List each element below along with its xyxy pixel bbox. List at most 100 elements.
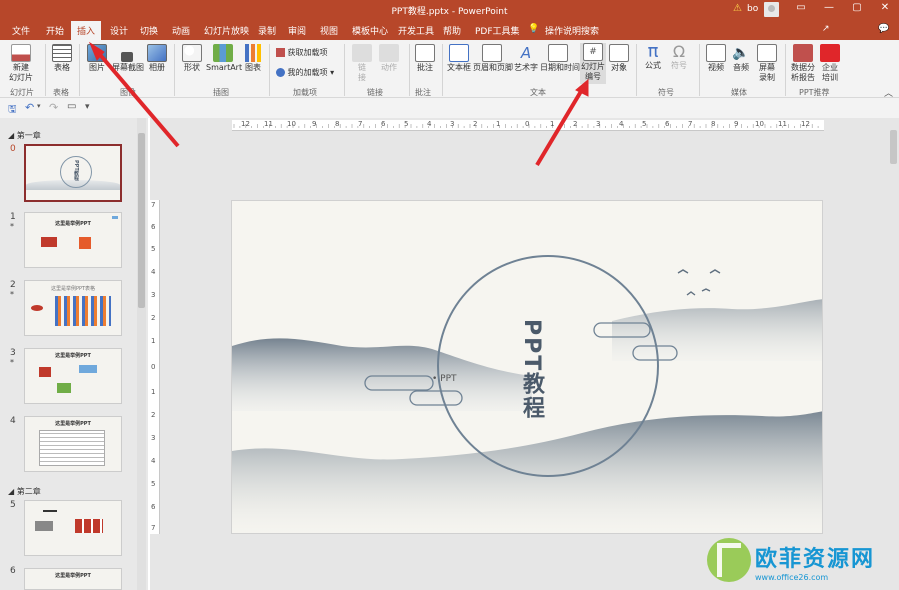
slide-thumbnail[interactable]: 这里是举例PPT	[24, 568, 122, 590]
slide-number-button[interactable]: # 幻灯片 编号	[580, 43, 606, 84]
tab-review[interactable]: 审阅	[288, 24, 306, 37]
section-header[interactable]: ◢ 第二章	[8, 486, 41, 497]
slideshow-start-icon[interactable]: ▭	[67, 101, 76, 112]
screenshot-button[interactable]: 屏幕截图	[112, 52, 144, 73]
ruler-number: 0	[151, 363, 156, 371]
avatar[interactable]	[764, 2, 779, 17]
slide-thumbnail[interactable]: 这里是举例PPT	[24, 348, 122, 404]
slide-title[interactable]: PPT教程	[515, 319, 547, 420]
equation-button[interactable]: π 公式	[642, 42, 664, 71]
ruler-number: 3	[151, 291, 156, 299]
warning-icon[interactable]: ⚠	[733, 3, 742, 14]
ruler-number: 6	[151, 223, 156, 231]
slide-thumbnail[interactable]: 这里是举例PPT	[24, 212, 122, 268]
chevron-down-icon: ◢	[8, 487, 17, 496]
datetime-label: 日期和时间	[540, 63, 580, 72]
ruler-number: 6	[665, 120, 670, 128]
table-button[interactable]: 表格	[50, 44, 74, 73]
slide-thumbnail[interactable]: PPT教程	[24, 144, 122, 202]
tab-slideshow[interactable]: 幻灯片放映	[204, 24, 249, 37]
thumb-title: 这里是举例PPT	[55, 573, 91, 579]
new-slide-button[interactable]: 新建 幻灯片	[6, 44, 36, 83]
get-addins-button[interactable]: 获取加载项	[276, 48, 328, 58]
data-report-button[interactable]: 数据分 析报告	[790, 44, 816, 83]
video-button[interactable]: 视频	[705, 44, 727, 73]
object-button[interactable]: 对象	[608, 44, 630, 73]
tab-home[interactable]: 开始	[46, 24, 64, 37]
tell-me-search[interactable]: 操作说明搜索	[545, 24, 599, 37]
tab-pdf-tools[interactable]: PDF工具集	[475, 24, 520, 37]
share-icon[interactable]: ↗	[822, 24, 830, 34]
current-slide[interactable]: PPT教程 • PPT	[231, 200, 823, 534]
ruler-number: 5	[642, 120, 647, 128]
ribbon-display-icon[interactable]: ▭	[792, 2, 810, 18]
wordart-icon: A	[520, 44, 532, 62]
ruler-number: 9	[734, 120, 739, 128]
tab-file[interactable]: 文件	[12, 24, 30, 37]
tab-animations[interactable]: 动画	[172, 24, 190, 37]
thumb-title: 这里是举例PPT表格	[50, 286, 96, 292]
datetime-button[interactable]: 日期和时间	[540, 44, 580, 73]
image-button[interactable]: 图片	[85, 44, 109, 73]
nav-scrollbar[interactable]	[137, 118, 146, 590]
slide-number: 0	[10, 144, 16, 154]
tab-help[interactable]: 帮助	[443, 24, 461, 37]
save-icon[interactable]: 🖫	[8, 102, 17, 119]
editor-scrollbar[interactable]	[888, 118, 899, 590]
slide-thumbnail[interactable]	[24, 500, 122, 556]
header-footer-icon	[482, 44, 502, 62]
table-label: 表格	[54, 63, 70, 72]
tab-insert[interactable]: 插入	[71, 21, 102, 40]
section-title: 第一章	[16, 131, 41, 140]
tab-developer[interactable]: 开发工具	[398, 24, 434, 37]
undo-icon[interactable]: ↶	[25, 101, 34, 114]
tab-view[interactable]: 视图	[320, 24, 338, 37]
slide-thumbnail[interactable]: 这里是举例PPT	[24, 416, 122, 472]
slide-thumbnail[interactable]: 这里是举例PPT表格	[24, 280, 122, 336]
new-slide-icon	[11, 44, 31, 62]
symbol-button[interactable]: Ω 符号	[668, 42, 690, 71]
wordart-button[interactable]: A 艺术字	[514, 44, 538, 73]
chart-thumbnail	[55, 296, 111, 326]
group-ppt-recommend: PPT推荐	[799, 88, 830, 97]
shapes-icon	[182, 44, 202, 62]
horizontal-ruler: 12 11 10 9 8 7 6 5 4 3 2 1 0 1 2 3 4 5 6…	[232, 120, 824, 131]
tab-template-center[interactable]: 模板中心	[352, 24, 388, 37]
tab-design[interactable]: 设计	[110, 24, 128, 37]
site-watermark: 欧菲资源网 www.office26.com	[695, 533, 899, 590]
my-addins-button[interactable]: 我的加载项 ▾	[276, 68, 334, 78]
chart-button[interactable]: 图表	[243, 44, 263, 73]
ruler-number: 6	[151, 503, 156, 511]
redo-icon[interactable]: ↷	[49, 101, 58, 114]
tab-transitions[interactable]: 切换	[140, 24, 158, 37]
comments-icon[interactable]: 💬	[878, 24, 889, 34]
textbox-button[interactable]: 文本框	[447, 44, 471, 73]
screenshot-label: 屏幕截图	[112, 63, 144, 72]
tab-record[interactable]: 录制	[258, 24, 276, 37]
screen-record-button[interactable]: 屏幕 录制	[755, 44, 779, 83]
section-header[interactable]: ◢ 第一章	[8, 130, 41, 141]
link-button[interactable]: 链 接	[352, 44, 372, 83]
equation-label: 公式	[645, 61, 661, 70]
album-button[interactable]: 相册	[146, 44, 168, 73]
minimize-icon[interactable]: —	[820, 2, 838, 18]
audio-button[interactable]: 🔈 音频	[730, 44, 752, 73]
header-footer-button[interactable]: 页眉和页脚	[473, 44, 513, 73]
corp-training-button[interactable]: 企业 培训	[820, 44, 840, 83]
maximize-icon[interactable]: ▢	[848, 2, 866, 18]
group-slides: 幻灯片	[10, 88, 34, 97]
close-icon[interactable]: ✕	[876, 2, 894, 18]
group-text: 文本	[530, 88, 546, 97]
customize-qat-icon[interactable]: ▾	[85, 102, 90, 112]
slide-subtitle[interactable]: • PPT	[432, 374, 457, 384]
user-name[interactable]: bo	[747, 4, 758, 14]
smartart-button[interactable]: SmartArt	[206, 44, 243, 73]
comment-button[interactable]: 批注	[413, 44, 437, 73]
divider	[636, 44, 637, 96]
smartart-label: SmartArt	[206, 63, 243, 72]
scrollbar-thumb[interactable]	[890, 130, 897, 164]
undo-dropdown-icon[interactable]: ▾	[37, 102, 41, 110]
scrollbar-thumb[interactable]	[138, 133, 145, 308]
action-button[interactable]: 动作	[377, 44, 401, 73]
shapes-button[interactable]: 形状	[180, 44, 204, 73]
